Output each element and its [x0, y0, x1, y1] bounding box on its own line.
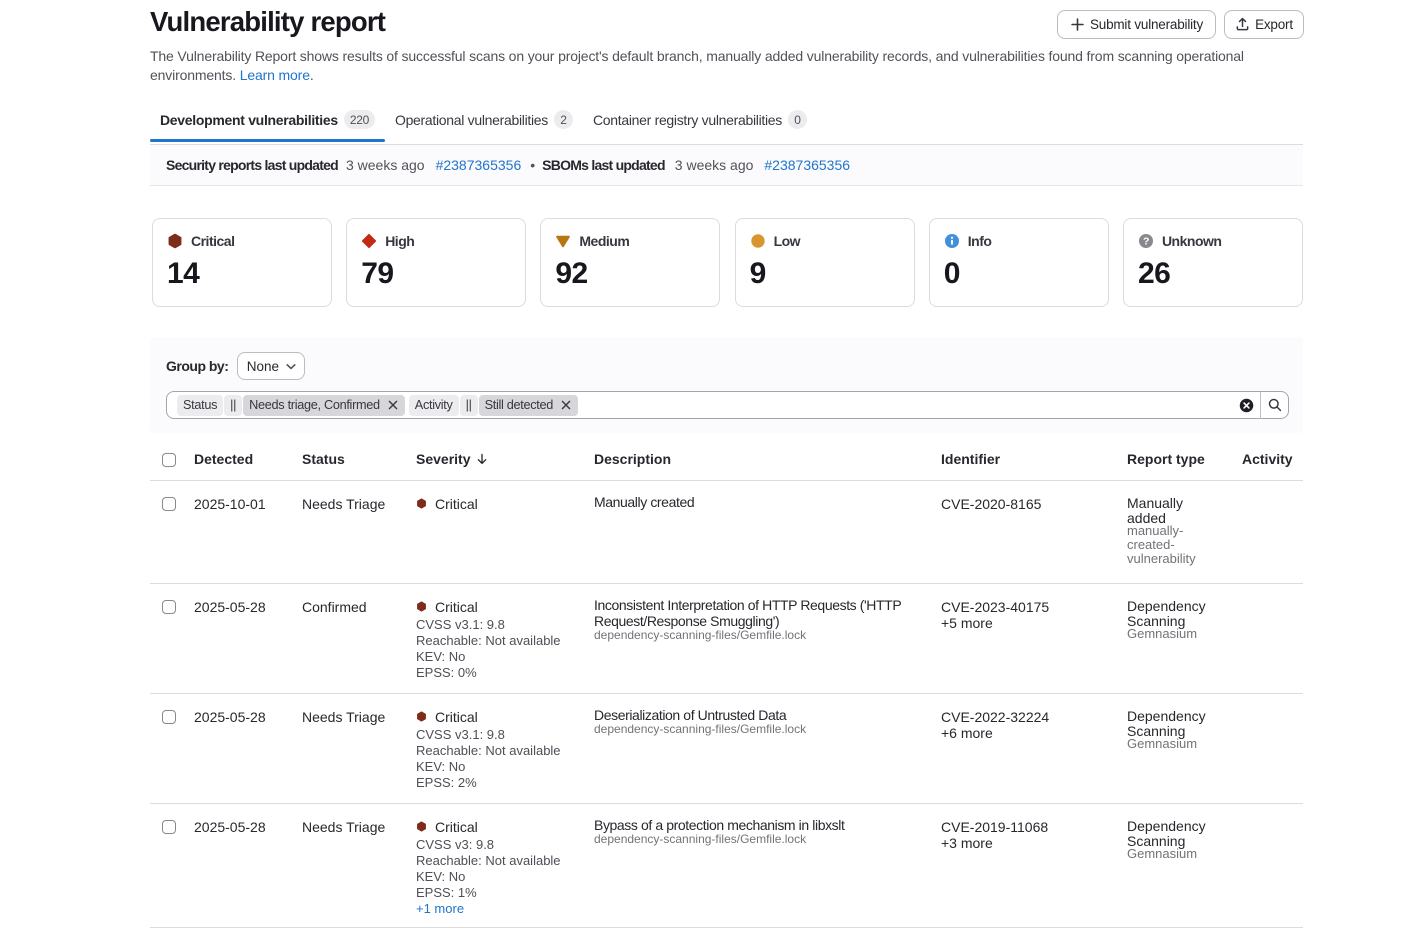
svg-text:?: ? [1143, 235, 1149, 247]
